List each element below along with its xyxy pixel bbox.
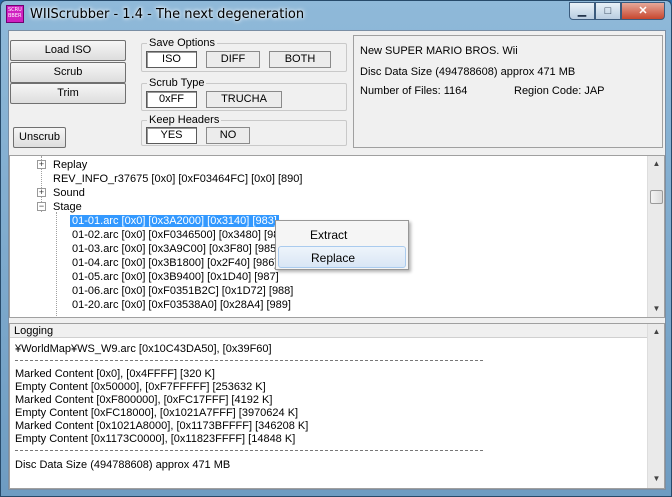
log-line: ¥WorldMap¥WS_W9.arc [0x10C43DA50], [0x39… <box>15 343 272 355</box>
log-line: Empty Content [0xFC18000], [0x1021A7FFF]… <box>15 407 299 419</box>
region-code: Region Code: JAP <box>514 85 605 97</box>
scroll-down-icon[interactable]: ▼ <box>649 301 664 316</box>
scrub-type-group: Scrub Type 0xFF TRUCHA <box>141 77 347 111</box>
scrub-button[interactable]: Scrub <box>10 62 126 83</box>
save-options-label: Save Options <box>147 37 218 49</box>
keep-headers-no-toggle[interactable]: NO <box>206 127 250 144</box>
title-bar[interactable]: SCRU BBER WIIScrubber - 1.4 - The next d… <box>1 1 671 29</box>
tree-node-label[interactable]: 01-01.arc [0x0] [0x3A2000] [0x3140] [983… <box>70 215 279 227</box>
context-menu-extract[interactable]: Extract <box>278 224 406 246</box>
log-separator <box>15 450 483 451</box>
tree-file-row-selected[interactable]: 01-01.arc [0x0] [0x3A2000] [0x3140] [983… <box>70 214 279 228</box>
scrub-type-trucha-toggle[interactable]: TRUCHA <box>206 91 282 108</box>
log-line: Empty Content [0x50000], [0xF7FFFFF] [25… <box>15 381 266 393</box>
window-controls: ▁ □ ✕ <box>569 2 665 20</box>
close-button[interactable]: ✕ <box>621 2 665 20</box>
app-window: SCRU BBER WIIScrubber - 1.4 - The next d… <box>0 0 672 497</box>
tree-expand-icon[interactable]: + <box>37 188 46 197</box>
log-scrollbar[interactable]: ▲ ▼ <box>647 324 664 488</box>
tree-node-label[interactable]: Sound <box>53 186 85 200</box>
logging-header: Logging <box>10 324 648 338</box>
tree-connector <box>56 212 57 317</box>
scrub-type-0xff-toggle[interactable]: 0xFF <box>146 91 197 108</box>
tree-file-row[interactable]: 01-06.arc [0x0] [0xF0351B2C] [0x1D72] [9… <box>72 284 293 298</box>
tree-expand-icon[interactable]: + <box>37 160 46 169</box>
save-option-iso-toggle[interactable]: ISO <box>146 51 197 68</box>
context-menu-replace[interactable]: Replace <box>278 246 406 268</box>
unscrub-button[interactable]: Unscrub <box>13 127 66 148</box>
log-line: Marked Content [0x1021A8000], [0x1173BFF… <box>15 420 309 432</box>
scroll-thumb[interactable] <box>650 190 663 204</box>
save-option-both-toggle[interactable]: BOTH <box>269 51 331 68</box>
scrub-type-label: Scrub Type <box>147 77 207 89</box>
tree-file-row[interactable]: 01-03.arc [0x0] [0x3A9C00] [0x3F80] [985… <box>72 242 279 256</box>
tree-collapse-icon[interactable]: − <box>37 202 46 211</box>
context-menu: Extract Replace <box>275 220 409 270</box>
game-title: New SUPER MARIO BROS. Wii <box>360 45 518 57</box>
scroll-up-icon[interactable]: ▲ <box>649 324 664 339</box>
log-line: Marked Content [0x0], [0x4FFFF] [320 K] <box>15 368 215 380</box>
number-of-files: Number of Files: 1164 <box>360 85 468 97</box>
trim-button[interactable]: Trim <box>10 83 126 104</box>
keep-headers-label: Keep Headers <box>147 114 222 126</box>
log-line: Empty Content [0x1173C0000], [0x11823FFF… <box>15 433 296 445</box>
maximize-button[interactable]: □ <box>595 2 621 20</box>
disc-info-panel: New SUPER MARIO BROS. Wii Disc Data Size… <box>353 35 663 148</box>
minimize-button[interactable]: ▁ <box>569 2 595 20</box>
window-title: WIIScrubber - 1.4 - The next degeneratio… <box>30 7 305 22</box>
app-icon[interactable]: SCRU BBER <box>6 5 24 23</box>
scroll-up-icon[interactable]: ▲ <box>649 156 664 171</box>
keep-headers-group: Keep Headers YES NO <box>141 114 347 146</box>
load-iso-button[interactable]: Load ISO <box>10 40 126 61</box>
tree-file-row[interactable]: 01-02.arc [0x0] [0xF0346500] [0x3480] [9… <box>72 228 288 242</box>
tree-file-row[interactable]: 01-20.arc [0x0] [0xF03538A0] [0x28A4] [9… <box>72 298 291 312</box>
scroll-down-icon[interactable]: ▼ <box>649 471 664 486</box>
log-line: Disc Data Size (494788608) approx 471 MB <box>15 459 231 471</box>
log-line: Marked Content [0xF800000], [0xFC17FFF] … <box>15 394 273 406</box>
tree-node-label[interactable]: Replay <box>53 158 87 172</box>
save-options-group: Save Options ISO DIFF BOTH <box>141 37 347 72</box>
tree-file-row[interactable]: 01-04.arc [0x0] [0x3B1800] [0x2F40] [986… <box>72 256 277 270</box>
logging-panel[interactable]: Logging ¥WorldMap¥WS_W9.arc [0x10C43DA50… <box>9 323 665 489</box>
tree-node-label[interactable]: Stage <box>53 200 82 214</box>
tree-scrollbar[interactable]: ▲ ▼ <box>647 156 664 317</box>
tree-node-label[interactable]: REV_INFO_r37675 [0x0] [0xF03464FC] [0x0]… <box>53 172 302 186</box>
disc-data-size: Disc Data Size (494788608) approx 471 MB <box>360 66 576 78</box>
keep-headers-yes-toggle[interactable]: YES <box>146 127 197 144</box>
log-separator <box>15 360 483 361</box>
tree-file-row[interactable]: 01-05.arc [0x0] [0x3B9400] [0x1D40] [987… <box>72 270 279 284</box>
save-option-diff-toggle[interactable]: DIFF <box>206 51 260 68</box>
